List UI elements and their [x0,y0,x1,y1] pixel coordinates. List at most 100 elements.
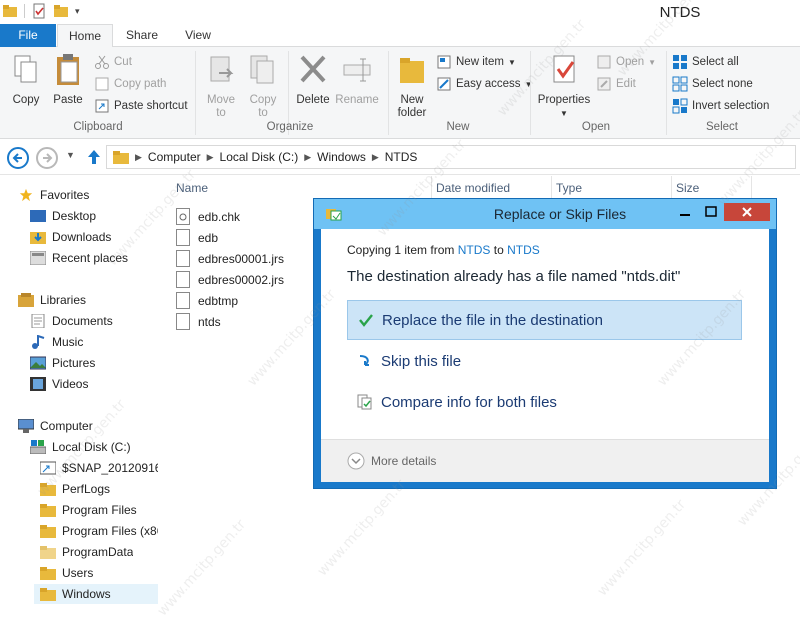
rename-button[interactable]: Rename [334,53,380,107]
nav-computer[interactable]: Computer [18,416,93,436]
nav-local-disk-label: Local Disk (C:) [52,440,131,454]
star-icon [19,188,33,202]
file-row[interactable]: edbres00001.jrs [176,248,284,269]
paste-shortcut-button[interactable]: Paste shortcut [94,97,188,115]
column-header-name[interactable]: Name [172,176,432,200]
folder-icon [40,504,56,517]
minimize-icon [680,214,690,216]
recent-locations-icon[interactable]: ▼ [66,150,75,160]
file-row[interactable]: edbtmp [176,290,238,311]
move-to-label: Move to [206,94,236,119]
organize-group-label: Organize [266,121,314,133]
forward-button[interactable] [36,147,58,169]
nav-recent-places[interactable]: Recent places [30,248,128,268]
tab-share[interactable]: Share [116,24,168,47]
folder-icon [40,525,56,538]
delete-button[interactable]: Delete [292,53,334,107]
maximize-button[interactable] [700,203,722,221]
nav-music[interactable]: Music [30,332,83,352]
nav-favorites[interactable]: Favorites [18,185,89,205]
nav-snap[interactable]: $SNAP_201209161 [40,458,158,478]
nav-program-files[interactable]: Program Files [40,500,137,520]
nav-users[interactable]: Users [40,563,93,583]
nav-documents[interactable]: Documents [30,311,113,331]
select-none-button[interactable]: Select none [672,75,753,93]
nav-users-label: Users [62,566,94,580]
tab-view[interactable]: View [172,24,224,47]
column-headers: Name Date modified Type Size [172,176,800,200]
nav-libraries[interactable]: Libraries [18,290,86,310]
tab-file[interactable]: File [0,24,56,47]
folder-icon [40,483,56,496]
new-folder-button[interactable]: New folder [392,53,432,120]
easy-access-icon [437,77,451,91]
open-button[interactable]: Open ▼ [596,53,656,71]
close-icon [742,207,752,217]
folder-icon [40,546,56,559]
close-button[interactable] [724,203,770,221]
nav-desktop[interactable]: Desktop [30,206,96,226]
column-header-type[interactable]: Type [552,176,672,200]
new-item-icon [437,55,451,69]
folder-icon [40,588,56,601]
file-row[interactable]: edb.chk [176,206,240,227]
nav-pictures[interactable]: Pictures [30,353,95,373]
ribbon: Copy Paste Cut Copy path Paste shortcut … [0,47,800,139]
breadcrumb-local-disk[interactable]: Local Disk (C:) [220,150,299,164]
file-name: ntds [198,314,221,329]
file-row[interactable]: edb [176,227,218,248]
source-link[interactable]: NTDS [458,243,491,257]
nav-downloads[interactable]: Downloads [30,227,111,247]
file-row[interactable]: edbres00002.jrs [176,269,284,290]
column-header-size[interactable]: Size [672,176,752,200]
select-all-button[interactable]: Select all [672,53,739,71]
properties-button[interactable]: Properties ▼ [536,53,592,120]
drive-icon [30,440,46,454]
new-item-button[interactable]: New item ▼ [436,53,516,71]
compare-option-label: Compare info for both files [381,393,557,411]
nav-programdata[interactable]: ProgramData [40,542,133,562]
breadcrumb-windows[interactable]: Windows [317,150,366,164]
copy-path-button[interactable]: Copy path [94,75,166,93]
nav-videos[interactable]: Videos [30,374,88,394]
nav-perflogs-label: PerfLogs [62,482,111,496]
nav-programdata-label: ProgramData [62,545,134,559]
move-to-icon [210,56,234,82]
move-to-button[interactable]: Move to [202,53,240,120]
more-details-button[interactable]: More details [347,452,436,470]
replace-option-button[interactable]: Replace the file in the destination [347,300,742,340]
up-arrow-icon[interactable] [86,148,102,166]
minimize-button[interactable] [674,203,696,221]
chevron-down-icon: ▼ [648,57,657,67]
paste-shortcut-icon [95,99,109,113]
copy-to-button[interactable]: Copy to [244,53,282,120]
dialog-title-bar[interactable]: Replace or Skip Files [314,199,776,229]
nav-local-disk[interactable]: Local Disk (C:) [30,437,131,457]
skip-option-button[interactable]: Skip this file [347,341,742,381]
nav-perflogs[interactable]: PerfLogs [40,479,110,499]
cut-button[interactable]: Cut [94,53,132,71]
breadcrumb-computer[interactable]: Computer [148,150,201,164]
tab-home[interactable]: Home [57,24,113,48]
invert-selection-button[interactable]: Invert selection [672,97,769,115]
dialog-body: Copying 1 item from NTDS to NTDS The des… [321,229,769,482]
separator [666,51,667,135]
address-bar[interactable]: ▶ Computer ▶ Local Disk (C:) ▶ Windows ▶… [106,145,796,169]
replace-option-label: Replace the file in the destination [382,311,603,329]
open-icon [597,55,611,69]
back-button[interactable] [7,147,29,169]
file-row[interactable]: ntds [176,311,221,332]
column-header-date[interactable]: Date modified [432,176,552,200]
edit-button[interactable]: Edit [596,75,636,93]
breadcrumb-ntds[interactable]: NTDS [385,150,418,164]
edit-label: Edit [616,78,636,90]
select-none-label: Select none [692,78,753,90]
compare-option-button[interactable]: Compare info for both files [347,382,742,422]
nav-windows[interactable]: Windows [34,584,158,604]
copy-button[interactable]: Copy [6,53,46,107]
destination-link[interactable]: NTDS [507,243,540,257]
paste-button[interactable]: Paste [48,53,88,107]
chevron-down-circle-icon [347,452,365,470]
nav-program-files-x86[interactable]: Program Files (x86) [40,521,158,541]
easy-access-button[interactable]: Easy access ▼ [436,75,532,93]
